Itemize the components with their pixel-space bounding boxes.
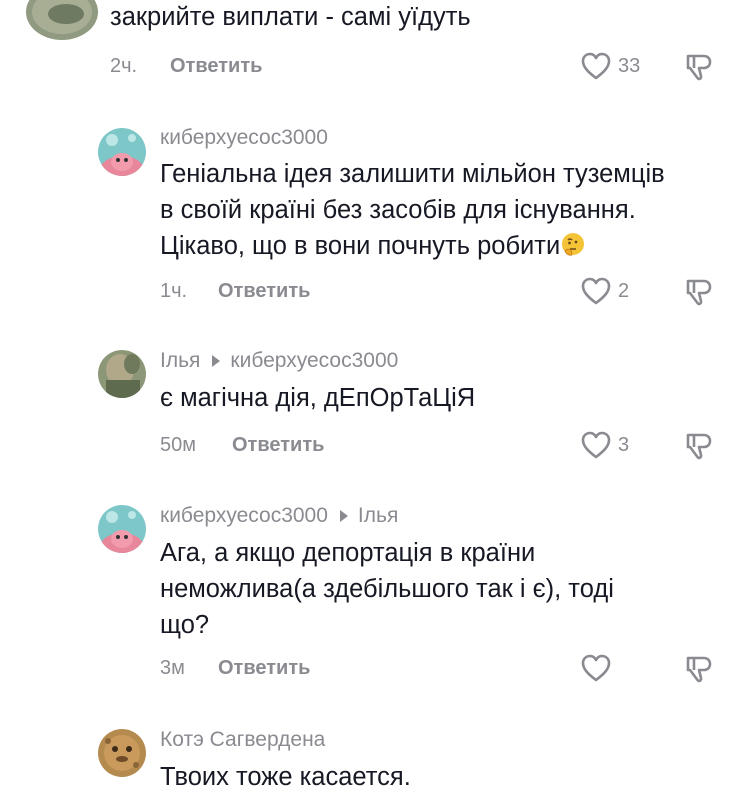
comment-text-line: в своїй країні без засобів для існування… <box>160 196 636 224</box>
username[interactable]: киберхуесос3000 <box>160 504 328 528</box>
comment-text: Ага, а якщо депортація в країни неможлив… <box>160 535 614 643</box>
comment-text-line: Цікаво, що в вони почнуть робити <box>160 228 665 264</box>
like-button[interactable]: 33 <box>580 51 640 81</box>
thumbs-down-outline-icon <box>686 433 712 460</box>
comment-text-line: закрийте виплати - самі уїдуть <box>110 3 471 31</box>
heart-outline-icon <box>581 431 611 459</box>
comment-text-line-content: Цікаво, що в вони почнуть робити <box>160 232 561 260</box>
comment-text-line: що? <box>160 611 210 639</box>
comment-author-row: Ілья киберхуесос3000 <box>160 349 398 373</box>
dislike-button[interactable] <box>684 431 714 466</box>
like-count: 33 <box>618 54 641 77</box>
comment-author-row: Котэ Сагвердена <box>160 728 325 752</box>
dislike-button[interactable] <box>684 52 714 87</box>
reply-button[interactable]: Ответить <box>170 55 262 78</box>
comment-author-row: киберхуесос3000 <box>160 126 328 150</box>
comment-text-line: неможлива(а здебільшого так і є), тоді <box>160 575 614 603</box>
reply-to-username[interactable]: киберхуесос3000 <box>230 349 398 373</box>
comment-text-line: Твоих тоже касается. <box>160 763 411 791</box>
caret-right-icon <box>339 510 348 522</box>
like-count: 3 <box>618 433 630 456</box>
comment-time: 2ч. <box>110 55 138 77</box>
comment-text: є магічна дія, дЕпОрТаЦіЯ <box>160 380 475 416</box>
comment-text-line: Геніальна ідея залишити мільйон туземців <box>160 160 665 188</box>
avatar[interactable] <box>26 0 98 40</box>
comment-time: 1ч. <box>160 280 188 302</box>
heart-outline-icon <box>581 52 611 80</box>
thumbs-down-outline-icon <box>686 54 712 81</box>
comment-author-row: киберхуесос3000 Ілья <box>160 504 398 528</box>
avatar[interactable] <box>98 350 146 398</box>
username[interactable]: киберхуесос3000 <box>160 126 328 150</box>
heart-outline-icon <box>581 277 611 305</box>
like-button[interactable] <box>580 653 618 683</box>
caret-right-icon <box>212 355 221 367</box>
comment-text-line: є магічна дія, дЕпОрТаЦіЯ <box>160 384 476 412</box>
heart-outline-icon <box>581 654 611 682</box>
comment-text: закрийте виплати - самі уїдуть <box>110 0 471 35</box>
like-button[interactable]: 3 <box>580 430 629 460</box>
avatar[interactable] <box>98 729 146 777</box>
thinking-face-emoji-icon <box>562 233 585 256</box>
avatar[interactable] <box>98 128 146 176</box>
reply-button[interactable]: Ответить <box>232 434 324 457</box>
comment-time: 50м <box>160 434 196 456</box>
reply-button[interactable]: Ответить <box>218 280 310 303</box>
comment-text-line: Ага, а якщо депортація в країни <box>160 539 536 567</box>
username[interactable]: Котэ Сагвердена <box>160 728 325 752</box>
thumbs-down-outline-icon <box>686 656 712 683</box>
avatar[interactable] <box>98 505 146 553</box>
comment-text: Геніальна ідея залишити мільйон туземців… <box>160 156 665 264</box>
username[interactable]: Ілья <box>160 349 200 373</box>
thumbs-down-outline-icon <box>686 279 712 306</box>
dislike-button[interactable] <box>684 654 714 689</box>
like-count: 2 <box>618 279 630 302</box>
reply-to-username[interactable]: Ілья <box>358 504 398 528</box>
dislike-button[interactable] <box>684 277 714 312</box>
comment-text: Твоих тоже касается. <box>160 759 411 795</box>
reply-button[interactable]: Ответить <box>218 657 310 680</box>
like-button[interactable]: 2 <box>580 276 629 306</box>
comment-time: 3м <box>160 657 185 679</box>
